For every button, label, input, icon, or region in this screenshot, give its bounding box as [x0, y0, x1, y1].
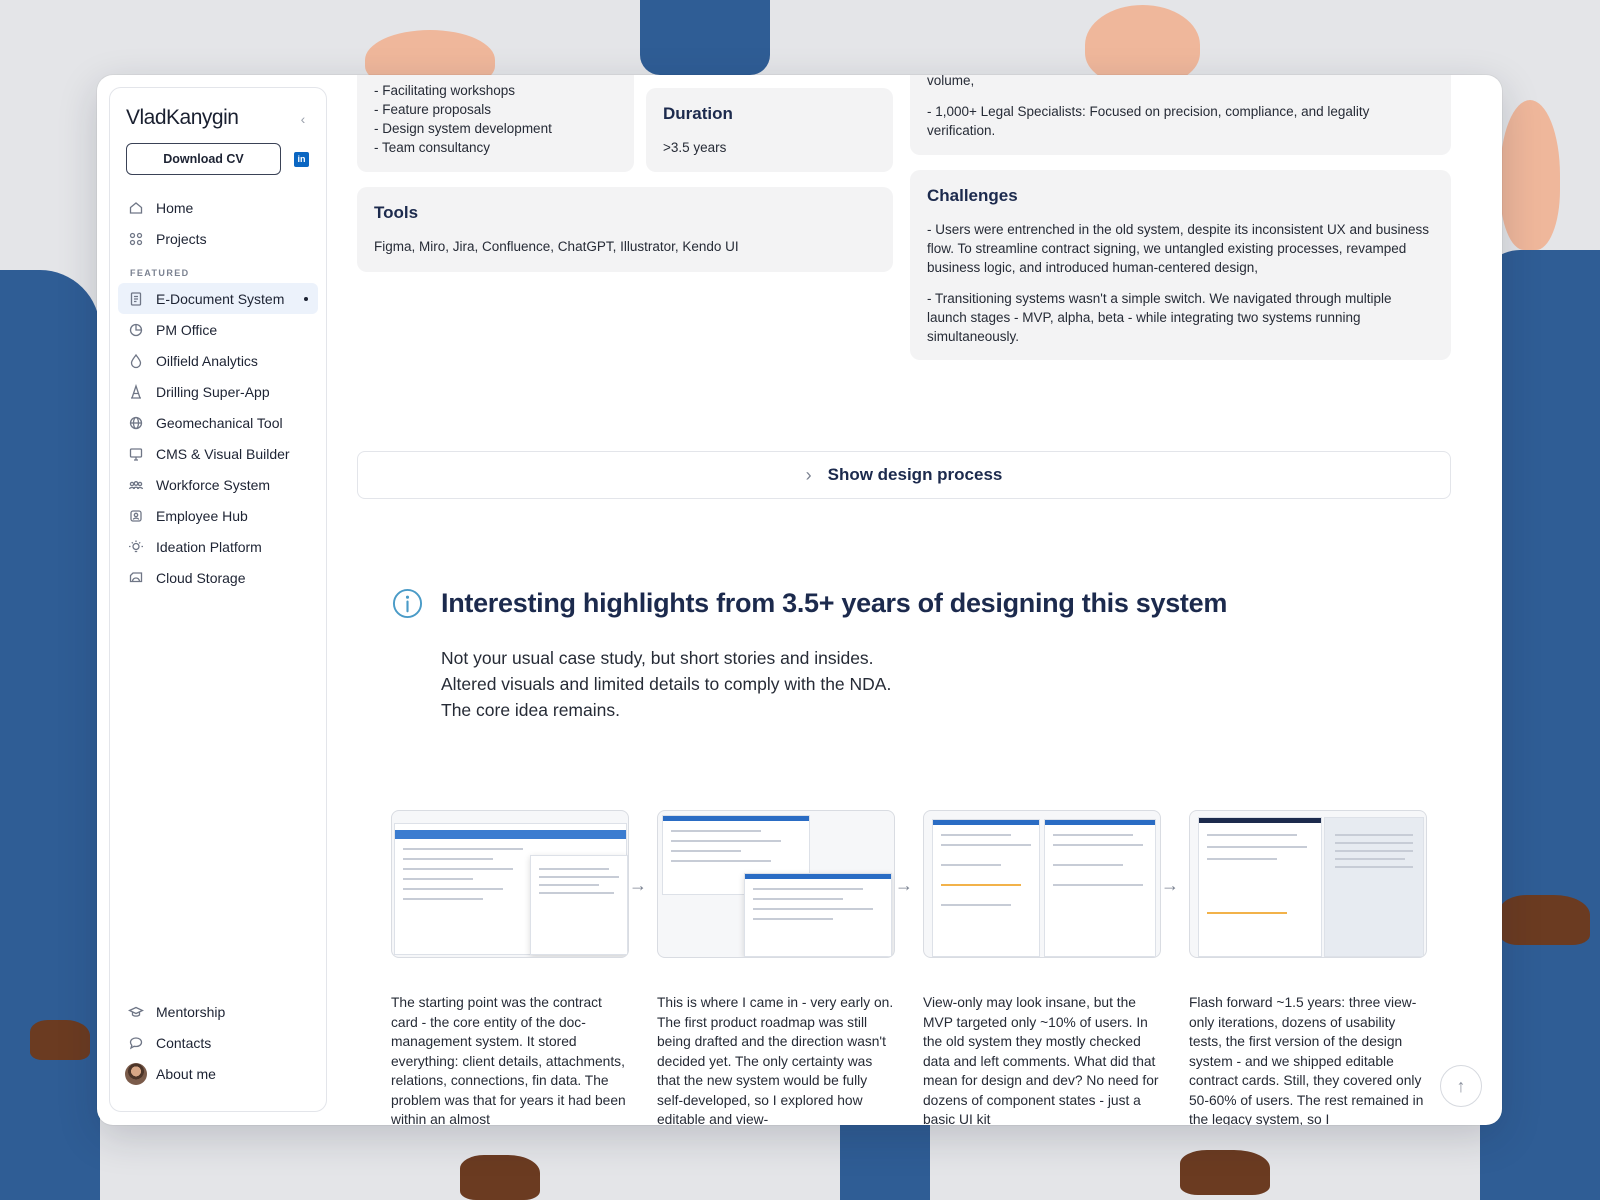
story-text-2: This is where I came in - very early on.… [657, 995, 894, 1125]
sidebar-item-pm-office[interactable]: PM Office [118, 314, 318, 345]
graduation-cap-icon [128, 1004, 144, 1020]
story-text-3: View-only may look insane, but the MVP t… [923, 995, 1159, 1125]
chevron-right-icon: › [805, 464, 812, 485]
sidebar-item-cms-visual-builder[interactable]: CMS & Visual Builder [118, 438, 318, 469]
show-design-process-button[interactable]: › Show design process [357, 451, 1451, 499]
home-icon [128, 200, 144, 216]
challenges-title: Challenges [927, 186, 1018, 205]
challenges-text-1: - Users were entrenched in the old syste… [927, 222, 1429, 275]
main-content: - Facilitating workshops - Feature propo… [357, 75, 1502, 1125]
sidebar-item-label: Oilfield Analytics [156, 352, 258, 369]
highlights-subtitle: Not your usual case study, but short sto… [441, 645, 891, 723]
hub-icon [128, 508, 144, 524]
sidebar-item-workforce-system[interactable]: Workforce System [118, 469, 318, 500]
duration-title: Duration [663, 104, 733, 123]
bulb-icon [128, 539, 144, 555]
arrow-right-icon: → [895, 875, 913, 895]
story-thumbnail-1[interactable] [391, 810, 629, 958]
rig-icon [128, 383, 144, 400]
avatar [125, 1062, 147, 1085]
app-window: VladKanygin ‹ Download CV in Home Projec… [97, 75, 1502, 1125]
arrow-right-icon: → [1161, 875, 1179, 895]
tools-title: Tools [374, 203, 419, 222]
duration-value: >3.5 years [663, 140, 727, 155]
main-nav: Home Projects [118, 192, 318, 254]
pie-chart-icon [128, 322, 144, 338]
scroll-to-top-button[interactable]: ↑ [1440, 1065, 1482, 1107]
sidebar-item-employee-hub[interactable]: Employee Hub [118, 500, 318, 531]
story-text-1: The starting point was the contract card… [391, 995, 626, 1125]
sidebar-item-label: Mentorship [156, 1003, 226, 1020]
sidebar-item-label: Employee Hub [156, 507, 248, 524]
sidebar-item-mentorship[interactable]: Mentorship [118, 996, 318, 1027]
highlights-line-2: Altered visuals and limited details to c… [441, 674, 892, 694]
sidebar-item-label: E-Document System [156, 290, 285, 307]
sidebar-item-label: Workforce System [156, 476, 271, 493]
challenges-card: Challenges - Users were entrenched in th… [910, 170, 1451, 360]
sidebar-item-home[interactable]: Home [118, 192, 318, 223]
challenges-text-2: - Transitioning systems wasn't a simple … [927, 291, 1392, 344]
sidebar-item-cloud-storage[interactable]: Cloud Storage [118, 562, 318, 593]
story-thumbnail-3[interactable] [923, 810, 1161, 958]
brand-logo[interactable]: VladKanygin [126, 106, 239, 130]
document-icon [128, 291, 144, 307]
activities-card: - Facilitating workshops - Feature propo… [357, 75, 634, 172]
sidebar-item-label: Cloud Storage [156, 569, 246, 586]
sidebar-item-label: Ideation Platform [156, 538, 262, 555]
show-design-process-label: Show design process [827, 465, 1003, 484]
arrow-up-icon: ↑ [1456, 1075, 1466, 1096]
story-thumbnail-2[interactable] [657, 810, 895, 958]
sidebar-item-label: Geomechanical Tool [156, 414, 283, 431]
sidebar-item-contacts[interactable]: Contacts [118, 1027, 318, 1058]
sidebar-item-projects[interactable]: Projects [118, 223, 318, 254]
tools-card: Tools Figma, Miro, Jira, Confluence, Cha… [357, 187, 893, 272]
sidebar-item-label: Drilling Super-App [156, 383, 270, 400]
sidebar-item-geomechanical-tool[interactable]: Geomechanical Tool [118, 407, 318, 438]
sidebar-item-label: About me [156, 1065, 216, 1082]
monitor-icon [128, 446, 144, 462]
story-thumbnail-4[interactable] [1189, 810, 1427, 958]
chat-bubble-icon [128, 1035, 144, 1051]
users-legal-text: - 1,000+ Legal Specialists: Focused on p… [927, 104, 1370, 138]
sidebar-item-label: PM Office [156, 321, 218, 338]
list-item: - Facilitating workshops [374, 83, 516, 98]
sidebar-item-label: Home [156, 199, 194, 216]
linkedin-icon[interactable]: in [294, 152, 309, 167]
sidebar-item-oilfield-analytics[interactable]: Oilfield Analytics [118, 345, 318, 376]
people-icon [128, 477, 144, 493]
duration-card: Duration >3.5 years [646, 88, 893, 172]
sidebar-item-ideation-platform[interactable]: Ideation Platform [118, 531, 318, 562]
sidebar-item-about-me[interactable]: About me [118, 1058, 318, 1089]
featured-section-label: FEATURED [130, 268, 190, 278]
featured-nav: E-Document System PM Office Oilfield Ana… [118, 283, 318, 593]
sidebar-item-label: Projects [156, 230, 207, 247]
arrow-right-icon: → [629, 875, 647, 895]
story-text-4: Flash forward ~1.5 years: three view-onl… [1189, 995, 1424, 1125]
cloud-icon [128, 570, 144, 586]
highlights-title: Interesting highlights from 3.5+ years o… [441, 588, 1228, 618]
sidebar-item-drilling-super-app[interactable]: Drilling Super-App [118, 376, 318, 407]
grid-icon [128, 231, 144, 247]
highlights-line-1: Not your usual case study, but short sto… [441, 648, 874, 668]
sidebar-item-label: Contacts [156, 1034, 212, 1051]
list-item: - Team consultancy [374, 140, 491, 155]
tools-value: Figma, Miro, Jira, Confluence, ChatGPT, … [374, 239, 739, 254]
sidebar-item-label: CMS & Visual Builder [156, 445, 290, 462]
info-icon [392, 588, 423, 619]
highlights-line-3: The core idea remains. [441, 700, 620, 720]
sidebar-item-e-document-system[interactable]: E-Document System [118, 283, 318, 314]
bottom-nav: Mentorship Contacts About me [118, 996, 318, 1089]
list-item: - Feature proposals [374, 102, 492, 117]
sidebar: VladKanygin ‹ Download CV in Home Projec… [109, 87, 327, 1112]
users-text-tail: volume, [927, 75, 975, 88]
collapse-sidebar-icon[interactable]: ‹ [296, 112, 310, 126]
drop-icon [128, 353, 144, 369]
active-indicator [304, 297, 308, 301]
users-card: volume, - 1,000+ Legal Specialists: Focu… [910, 75, 1451, 155]
list-item: - Design system development [374, 121, 552, 136]
download-cv-button[interactable]: Download CV [126, 143, 281, 175]
activities-list: - Facilitating workshops - Feature propo… [374, 81, 618, 157]
globe-icon [128, 415, 144, 431]
